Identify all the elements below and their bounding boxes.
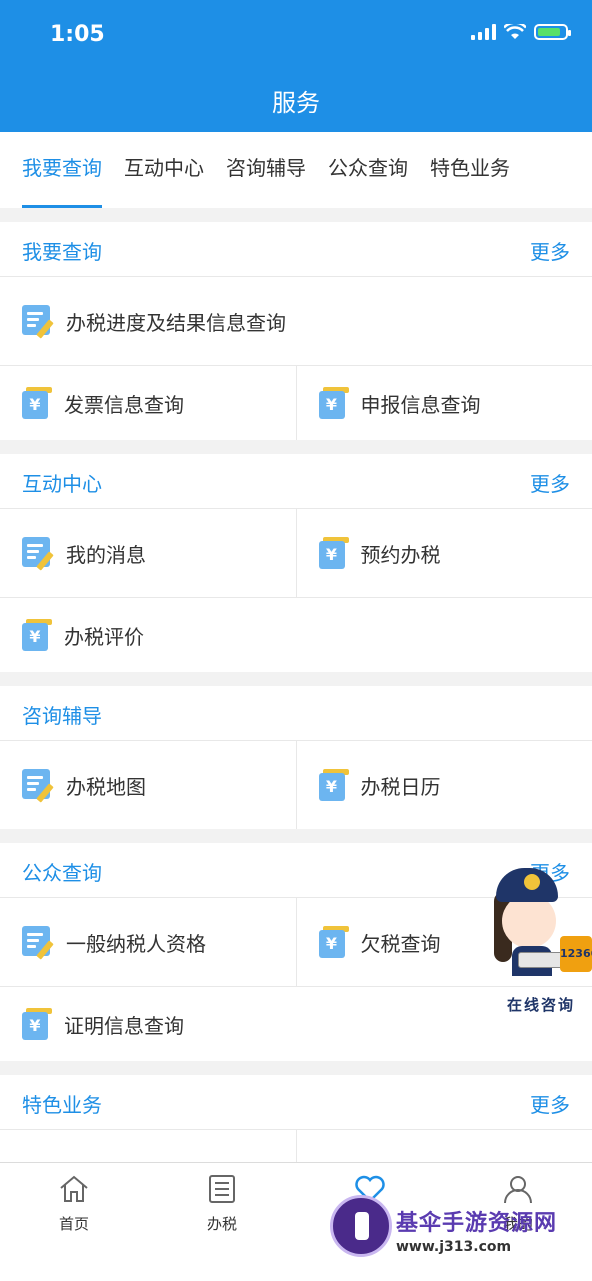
mascot-caption: 在线咨询 [490,994,592,1015]
edit-doc-icon [22,926,54,958]
item-tax-calendar[interactable]: ¥ 办税日历 [296,741,592,829]
tab-public[interactable]: 公众查询 [328,132,408,208]
more-link[interactable]: 更多 [530,236,570,265]
item-my-messages[interactable]: 我的消息 [0,509,296,597]
item-evaluation[interactable]: ¥ 办税评价 [0,598,592,672]
watermark: 基伞手游资源网 www.j313.com [330,1195,592,1275]
yen-card-icon: ¥ [22,1008,52,1040]
signal-icon [471,24,496,40]
tab-special[interactable]: 特色业务 [430,132,510,208]
status-time: 1:05 [50,22,105,47]
tab-home[interactable]: 首页 [0,1163,148,1281]
tab-tax[interactable]: 办税 [148,1163,296,1281]
yen-card-icon: ¥ [319,387,349,419]
tab-label: 办税 [148,1213,296,1234]
item-label: 发票信息查询 [64,389,184,418]
wifi-icon [504,24,526,40]
section-title: 特色业务 [22,1089,102,1118]
status-icons [471,24,568,40]
item-label: 我的消息 [66,539,146,568]
item-label: 证明信息查询 [64,1010,184,1039]
item-invoice-query[interactable]: ¥ 发票信息查询 [0,366,296,440]
section-title: 公众查询 [22,857,102,886]
more-link[interactable]: 更多 [530,1089,570,1118]
tab-interact[interactable]: 互动中心 [124,132,204,208]
tab-label: 首页 [0,1213,148,1234]
badge-icon [524,874,540,890]
battery-icon [534,24,568,40]
item-progress-query[interactable]: 办税进度及结果信息查询 [0,277,592,365]
edit-doc-icon [22,305,54,337]
yen-card-icon: ¥ [319,926,349,958]
watermark-logo [330,1195,392,1257]
edit-doc-icon [22,769,54,801]
item-tax-map[interactable]: 办税地图 [0,741,296,829]
item-taxpayer-qualification[interactable]: 一般纳税人资格 [0,898,296,986]
item-label: 办税进度及结果信息查询 [66,307,286,336]
watermark-url: www.j313.com [396,1239,511,1255]
item-label: 办税评价 [64,621,144,650]
home-icon [58,1173,90,1205]
section-title: 互动中心 [22,468,102,497]
section-special: 特色业务 更多 [0,1075,592,1162]
item-declaration-query[interactable]: ¥ 申报信息查询 [296,366,592,440]
app-header: 1:05 服务 [0,0,592,132]
online-consult-mascot[interactable]: 12366 在线咨询 [490,862,592,1022]
tab-query[interactable]: 我要查询 [22,132,102,208]
section-title: 咨询辅导 [22,700,102,729]
yen-card-icon: ¥ [319,537,349,569]
yen-card-icon: ¥ [22,619,52,651]
item-label: 欠税查询 [361,928,441,957]
item-label: 一般纳税人资格 [66,928,206,957]
tab-bar-top: 我要查询 互动中心 咨询辅导 公众查询 特色业务 [0,132,592,208]
edit-doc-icon [22,537,54,569]
yen-card-icon: ¥ [22,387,52,419]
tab-consult[interactable]: 咨询辅导 [226,132,306,208]
section-title: 我要查询 [22,236,102,265]
item-label: 办税日历 [361,771,441,800]
section-consult: 咨询辅导 办税地图 ¥ 办税日历 [0,686,592,829]
item-label: 办税地图 [66,771,146,800]
section-query: 我要查询 更多 办税进度及结果信息查询 ¥ 发票信息查询 ¥ 申报信息查询 [0,222,592,440]
item-appointment[interactable]: ¥ 预约办税 [296,509,592,597]
yen-card-icon: ¥ [319,769,349,801]
item-label: 预约办税 [361,539,441,568]
item-label: 申报信息查询 [361,389,481,418]
hotline-card: 12366 [560,936,592,972]
watermark-name: 基伞手游资源网 [396,1205,557,1237]
list-icon [206,1173,238,1205]
section-interact: 互动中心 更多 我的消息 ¥ 预约办税 ¥ 办税评价 [0,454,592,672]
page-title: 服务 [0,83,592,118]
more-link[interactable]: 更多 [530,468,570,497]
